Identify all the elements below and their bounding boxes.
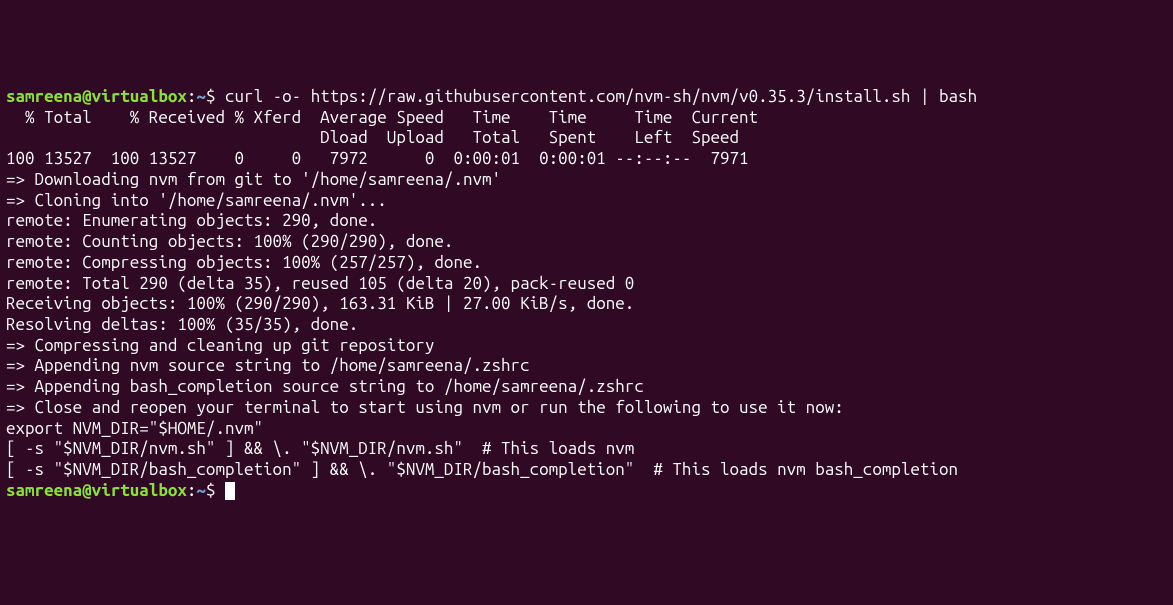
prompt-user-host: samreena@virtualbox: [6, 87, 187, 106]
output-line: => Appending bash_completion source stri…: [6, 377, 1167, 398]
prompt-dollar: $: [206, 87, 216, 106]
output-line: remote: Enumerating objects: 290, done.: [6, 211, 1167, 232]
prompt-path: ~: [196, 87, 206, 106]
output-line: 100 13527 100 13527 0 0 7972 0 0:00:01 0…: [6, 149, 1167, 170]
output-line: => Downloading nvm from git to '/home/sa…: [6, 170, 1167, 191]
output-line: export NVM_DIR="$HOME/.nvm": [6, 419, 1167, 440]
output-line: [ -s "$NVM_DIR/nvm.sh" ] && \. "$NVM_DIR…: [6, 439, 1167, 460]
cursor-icon: [225, 482, 235, 500]
output-line: % Total % Received % Xferd Average Speed…: [6, 108, 1167, 129]
output-line: remote: Total 290 (delta 35), reused 105…: [6, 274, 1167, 295]
output-line: => Close and reopen your terminal to sta…: [6, 398, 1167, 419]
terminal-output[interactable]: samreena@virtualbox:~$ curl -o- https://…: [6, 87, 1167, 502]
prompt-dollar: $: [206, 481, 216, 500]
output-line: Dload Upload Total Spent Left Speed: [6, 128, 1167, 149]
output-line: => Compressing and cleaning up git repos…: [6, 336, 1167, 357]
output-line: => Cloning into '/home/samreena/.nvm'...: [6, 191, 1167, 212]
prompt-line[interactable]: samreena@virtualbox:~$: [6, 481, 1167, 502]
prompt-sep: :: [187, 481, 197, 500]
prompt-sep: :: [187, 87, 197, 106]
command-line: samreena@virtualbox:~$ curl -o- https://…: [6, 87, 1167, 108]
entered-command: curl -o- https://raw.githubusercontent.c…: [225, 87, 977, 106]
output-line: remote: Counting objects: 100% (290/290)…: [6, 232, 1167, 253]
prompt-path: ~: [196, 481, 206, 500]
output-line: remote: Compressing objects: 100% (257/2…: [6, 253, 1167, 274]
prompt-user-host: samreena@virtualbox: [6, 481, 187, 500]
output-line: [ -s "$NVM_DIR/bash_completion" ] && \. …: [6, 460, 1167, 481]
output-line: Resolving deltas: 100% (35/35), done.: [6, 315, 1167, 336]
output-line: Receiving objects: 100% (290/290), 163.3…: [6, 294, 1167, 315]
output-line: => Appending nvm source string to /home/…: [6, 356, 1167, 377]
